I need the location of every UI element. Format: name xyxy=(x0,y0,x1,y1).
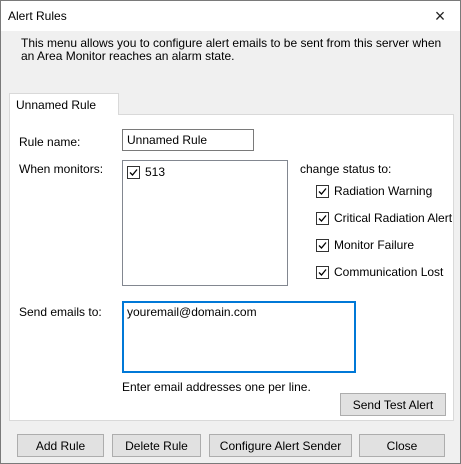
tab-unnamed-rule[interactable]: Unnamed Rule xyxy=(9,93,119,115)
monitor-label: 513 xyxy=(145,165,166,179)
status-checkbox-radiation-warning[interactable]: Radiation Warning xyxy=(316,184,432,198)
delete-rule-button[interactable]: Delete Rule xyxy=(112,434,201,457)
close-icon[interactable]: × xyxy=(420,1,460,31)
status-label: Communication Lost xyxy=(334,265,444,279)
send-emails-label: Send emails to: xyxy=(19,305,102,319)
rule-name-input[interactable] xyxy=(122,129,254,151)
add-rule-button[interactable]: Add Rule xyxy=(17,434,104,457)
checkbox-check-icon xyxy=(316,238,329,252)
checkbox-check-icon xyxy=(316,211,329,225)
status-label: Monitor Failure xyxy=(334,238,415,252)
emails-hint: Enter email addresses one per line. xyxy=(122,380,311,394)
checkbox-check-icon xyxy=(316,265,329,279)
change-status-label: change status to: xyxy=(300,162,392,176)
status-checkbox-critical-radiation-alert[interactable]: Critical Radiation Alert xyxy=(316,211,452,225)
close-button[interactable]: Close xyxy=(359,434,445,457)
title-bar: Alert Rules × xyxy=(1,1,460,31)
status-label: Critical Radiation Alert xyxy=(334,211,453,225)
checkbox-check-icon xyxy=(127,165,140,179)
send-test-alert-button[interactable]: Send Test Alert xyxy=(340,393,446,416)
emails-textarea[interactable]: youremail@domain.com xyxy=(122,301,356,373)
status-checkbox-communication-lost[interactable]: Communication Lost xyxy=(316,265,443,279)
configure-alert-sender-button[interactable]: Configure Alert Sender xyxy=(209,434,352,457)
status-checkbox-monitor-failure[interactable]: Monitor Failure xyxy=(316,238,414,252)
rule-tab-panel: Rule name: When monitors: 513 change sta… xyxy=(9,114,454,421)
monitors-list[interactable]: 513 xyxy=(122,160,288,286)
alert-rules-dialog: Alert Rules × This menu allows you to co… xyxy=(0,0,461,464)
intro-text: This menu allows you to configure alert … xyxy=(21,36,442,63)
monitors-label: When monitors: xyxy=(19,162,104,176)
status-label: Radiation Warning xyxy=(334,184,433,198)
monitor-checkbox-513[interactable]: 513 xyxy=(127,165,165,179)
checkbox-check-icon xyxy=(316,184,329,198)
rule-name-label: Rule name: xyxy=(19,135,81,149)
window-title: Alert Rules xyxy=(8,9,67,23)
